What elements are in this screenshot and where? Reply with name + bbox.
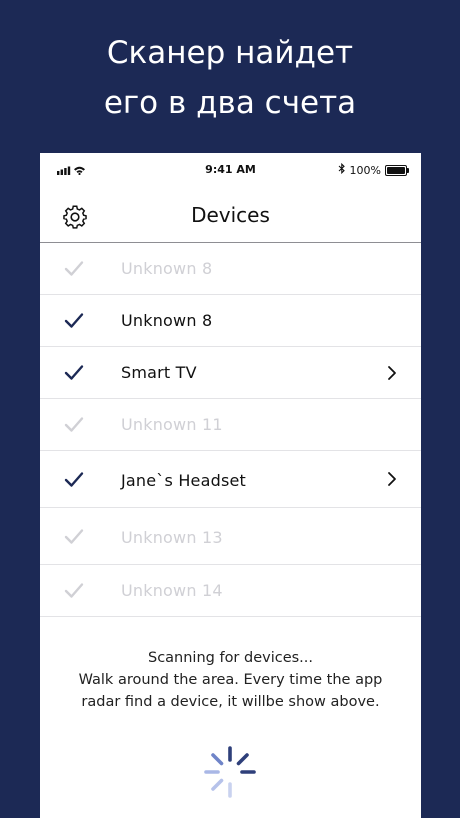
device-name: Smart TV xyxy=(121,363,197,382)
scan-hint-line-1: Walk around the area. Every time the app xyxy=(78,672,383,688)
device-row[interactable]: Unknown 14 xyxy=(40,565,421,617)
scan-status: Scanning for devices... xyxy=(147,650,314,666)
checkmark-icon xyxy=(64,583,84,598)
checkmark-icon xyxy=(64,261,84,276)
device-name: Unknown 8 xyxy=(121,259,213,278)
scan-message: Scanning for devices... Walk around the … xyxy=(40,647,421,713)
device-row[interactable]: Smart TV xyxy=(40,347,421,399)
device-name: Unknown 8 xyxy=(121,311,213,330)
nav-bar: Devices xyxy=(40,187,421,243)
promo-headline: Сканер найдет его в два счета xyxy=(0,28,460,128)
spinner-icon xyxy=(204,746,256,798)
device-row[interactable]: Unknown 8 xyxy=(40,295,421,347)
bluetooth-icon xyxy=(338,162,346,177)
checkmark-icon xyxy=(64,417,84,432)
checkmark-icon xyxy=(64,529,84,544)
device-name: Jane`s Headset xyxy=(121,471,247,490)
device-row[interactable]: Unknown 8 xyxy=(40,243,421,295)
checkmark-icon xyxy=(64,365,84,380)
device-row[interactable]: Unknown 11 xyxy=(40,399,421,451)
battery-percent: 100% xyxy=(349,163,381,177)
chevron-right-icon[interactable] xyxy=(387,471,397,487)
checkmark-icon xyxy=(64,313,84,328)
device-row[interactable]: Unknown 13 xyxy=(40,508,421,565)
device-name: Unknown 13 xyxy=(121,528,223,547)
checkmark-icon xyxy=(64,472,84,487)
status-bar: 9:41 AM 100% xyxy=(40,153,421,187)
page-title: Devices xyxy=(191,203,270,227)
battery-icon xyxy=(385,164,409,176)
chevron-right-icon[interactable] xyxy=(387,365,397,381)
scan-hint-line-2: radar find a device, it willbe show abov… xyxy=(81,694,380,710)
device-list: Unknown 8 Unknown 8 Smart TV Unknown 11 … xyxy=(40,243,421,617)
device-name: Unknown 11 xyxy=(121,415,223,434)
phone-screen: 9:41 AM 100% Devices Unknown 8 Unknown 8… xyxy=(40,153,421,818)
device-name: Unknown 14 xyxy=(121,581,223,600)
status-right: 100% xyxy=(338,162,409,177)
headline-line-2: его в два счета xyxy=(103,85,357,121)
headline-line-1: Сканер найдет xyxy=(106,35,354,71)
device-row[interactable]: Jane`s Headset xyxy=(40,451,421,508)
